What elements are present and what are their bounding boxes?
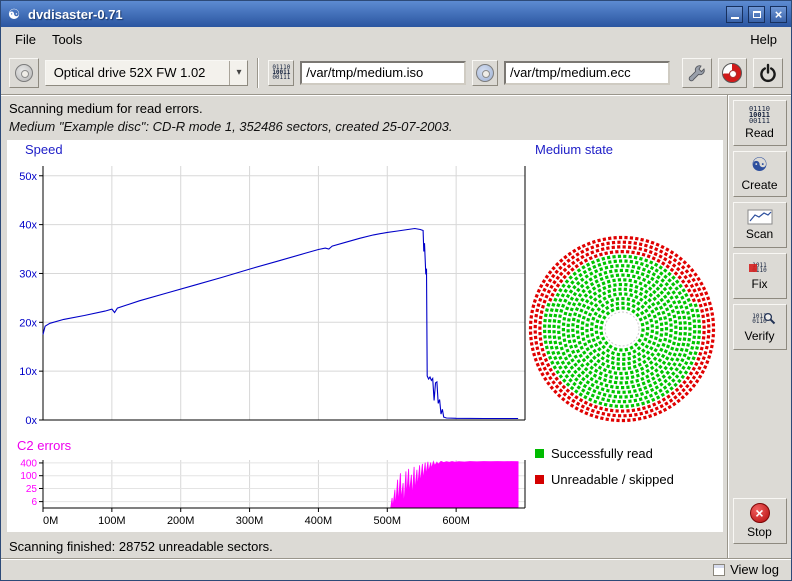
create-button[interactable]: Create [733,151,787,197]
stop-label: Stop [747,525,772,539]
legend-label-unreadable: Unreadable / skipped [551,472,674,487]
fix-binary-icon: 1011 0110 [747,261,773,275]
binary-line: 00111 [272,75,290,80]
magnifier-icon [763,312,776,325]
fix-button[interactable]: 1011 0110 Fix [733,253,787,299]
binary-line: 00111 [749,118,770,124]
stop-icon [750,503,770,523]
toolbar: Optical drive 52X FW 1.02 01110 10011 00… [1,51,791,95]
stop-button[interactable]: Stop [733,498,787,544]
binary-read-icon: 01110 10011 00111 [749,106,770,124]
svg-text:200M: 200M [167,515,195,527]
svg-text:400M: 400M [305,515,333,527]
legend-item-read: Successfully read [535,446,653,461]
scan-label: Scan [746,227,773,241]
toolbar-separator [257,58,259,88]
svg-text:100: 100 [20,471,37,482]
view-log-button[interactable]: View log [709,561,783,578]
svg-text:30x: 30x [19,268,37,280]
dvdisaster-logo-button[interactable] [718,58,748,88]
read-label: Read [745,126,774,140]
window-icon [5,5,23,23]
menu-file[interactable]: File [7,29,44,50]
ecc-file-button[interactable] [472,60,498,86]
menu-help[interactable]: Help [742,29,785,50]
svg-text:10x: 10x [19,366,37,378]
verify-magnifier-icon: 1011 0110 [746,311,774,327]
svg-text:0x: 0x [25,415,37,426]
legend-swatch-green [535,449,544,458]
image-file-button[interactable]: 01110 10011 00111 [268,60,294,86]
cd-drive-icon [15,64,33,82]
view-log-label: View log [730,562,779,577]
ecc-file-input[interactable] [504,61,670,85]
visualization-panel: Speed Medium state 0x 10x 20x 30x 40x 50x Suc… [7,140,723,532]
dvdisaster-logo-icon [722,63,742,83]
legend-label-read: Successfully read [551,446,653,461]
legend-item-unreadable: Unreadable / skipped [535,472,674,487]
menu-tools[interactable]: Tools [44,29,90,50]
medium-info: Medium "Example disc": CD-R mode 1, 3524… [1,116,727,134]
image-file-input[interactable] [300,61,466,85]
fix-red-block-icon [749,264,757,272]
main-content: Scanning medium for read errors. Medium … [1,95,727,558]
svg-text:600M: 600M [442,515,470,527]
read-button[interactable]: 01110 10011 00111 Read [733,100,787,146]
medium-state-title: Medium state [535,142,613,157]
wrench-icon [687,63,707,83]
legend-swatch-red [535,475,544,484]
close-button[interactable] [770,6,787,23]
svg-text:400: 400 [20,458,37,469]
maximize-button[interactable] [748,6,765,23]
scan-curve-icon [747,209,773,225]
preferences-button[interactable] [682,58,712,88]
create-label: Create [741,178,777,192]
action-sidebar: 01110 10011 00111 Read Create Scan [727,95,791,558]
maximize-icon [753,11,761,18]
scan-result-message: Scanning finished: 28752 unreadable sect… [1,532,727,554]
drive-select[interactable]: Optical drive 52X FW 1.02 [45,60,249,86]
c2-chart: 6 25 100 400 0M 100M 200M 300M 400M 500M 600M [7,458,527,530]
minimize-button[interactable] [726,6,743,23]
svg-text:300M: 300M [236,515,264,527]
speed-chart: 0x 10x 20x 30x 40x 50x [7,160,527,426]
svg-text:20x: 20x [19,317,37,329]
svg-text:100M: 100M [98,515,126,527]
speed-chart-title: Speed [25,142,63,157]
ecc-disc-icon [476,64,494,82]
window-title: dvdisaster-0.71 [28,7,721,22]
menubar: File Tools Help [1,27,791,51]
verify-button[interactable]: 1011 0110 Verify [733,304,787,350]
fix-label: Fix [752,277,768,291]
svg-text:0M: 0M [43,515,58,527]
power-icon [758,63,778,83]
svg-text:25: 25 [26,484,38,495]
verify-label: Verify [744,329,774,343]
scan-button[interactable]: Scan [733,202,787,248]
svg-text:6: 6 [31,497,37,508]
binary-image-icon: 01110 10011 00111 [272,65,290,80]
status-message: Scanning medium for read errors. [1,95,727,116]
statusbar: View log [1,558,791,580]
quit-button[interactable] [753,58,783,88]
titlebar[interactable]: dvdisaster-0.71 [1,1,791,27]
minimize-icon [731,17,739,19]
drive-select-value: Optical drive 52X FW 1.02 [54,65,230,80]
c2-chart-title: C2 errors [17,438,71,453]
medium-state-disc [527,234,717,424]
log-icon [713,564,725,576]
yinyang-icon [751,156,768,176]
svg-text:40x: 40x [19,220,37,232]
svg-text:500M: 500M [374,515,402,527]
chevron-down-icon [229,61,247,85]
app-window: dvdisaster-0.71 File Tools Help Optical … [0,0,792,581]
drive-button[interactable] [9,58,39,88]
svg-text:50x: 50x [19,171,37,183]
